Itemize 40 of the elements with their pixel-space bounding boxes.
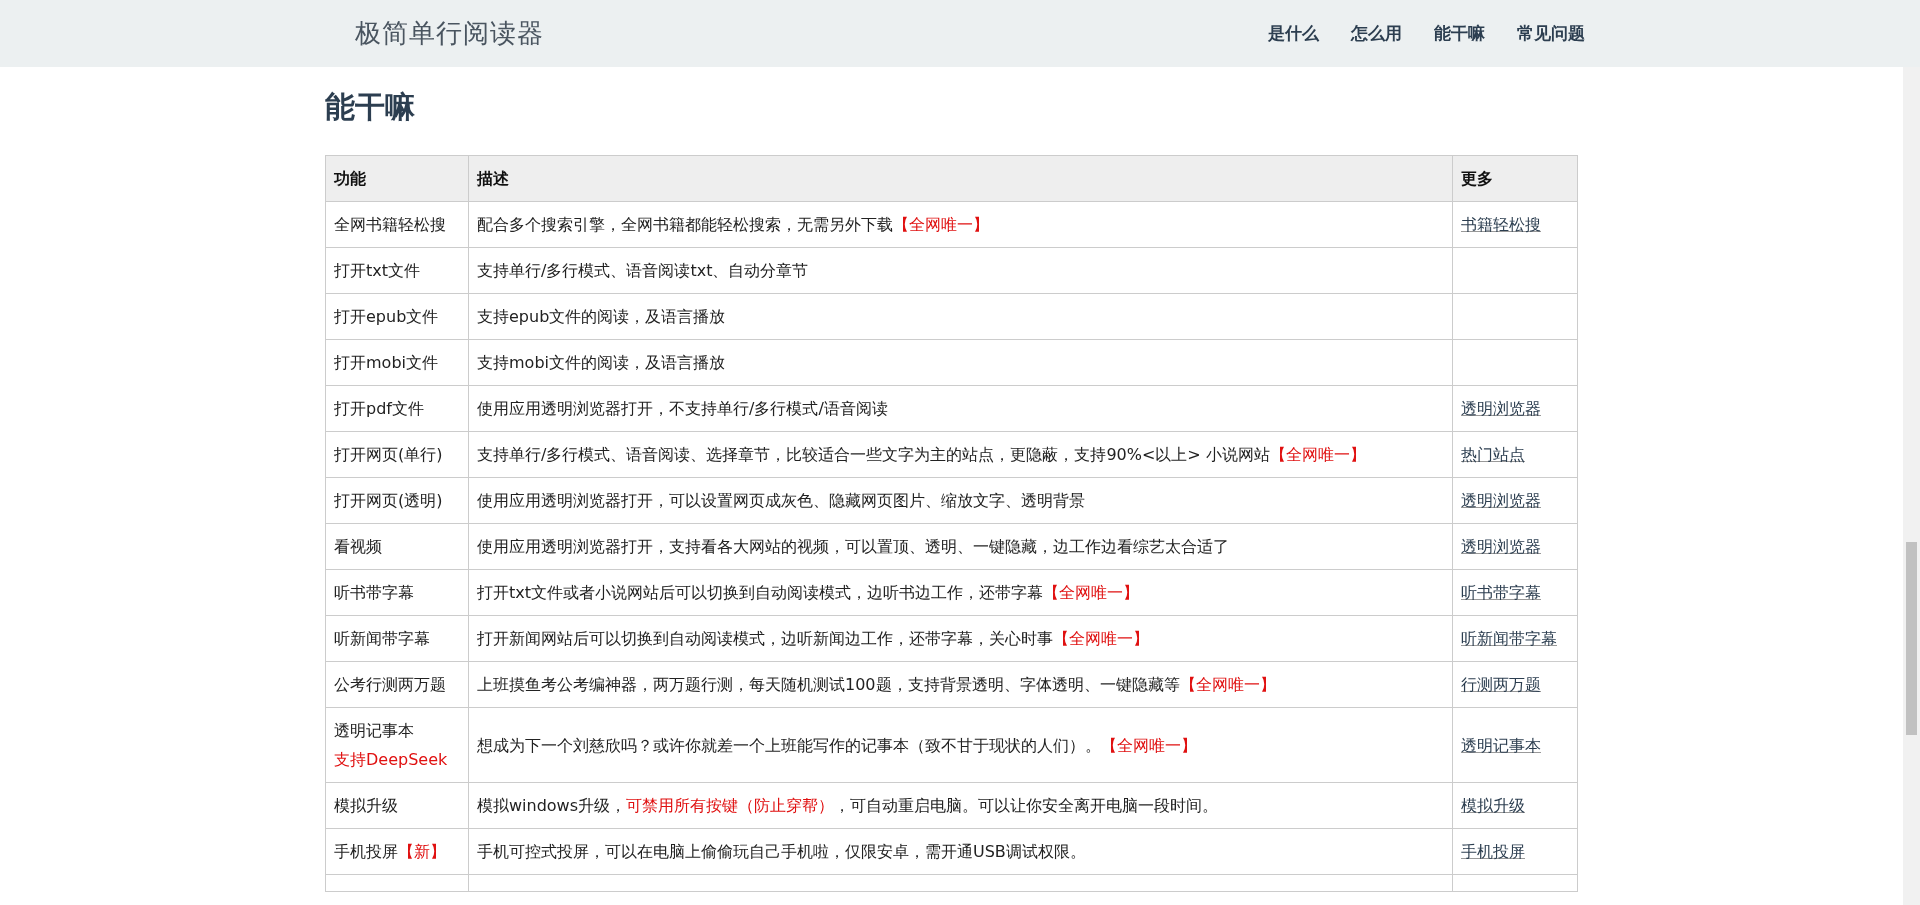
section-heading: 能干嘛 <box>325 88 416 126</box>
table-cell: 打开新闻网站后可以切换到自动阅读模式，边听新闻边工作，还带字幕，关心时事【全网唯一】 <box>468 615 1453 662</box>
table-cell: 支持单行/多行模式、语音阅读、选择章节，比较适合一些文字为主的站点，更隐蔽，支持90%<以上> 小说网站【全网唯一】 <box>468 431 1453 478</box>
table-cell: 想成为下一个刘慈欣吗？或许你就差一个上班能写作的记事本（致不甘于现状的人们）。【全网唯一】 <box>468 707 1453 783</box>
scrollbar-thumb[interactable] <box>1906 542 1917 735</box>
table-cell: 模拟windows升级，可禁用所有按键（防止穿帮），可自动重启电脑。可以让你安全离开电脑一段时间。 <box>468 782 1453 829</box>
table-cell: 听新闻带字幕 <box>325 615 469 662</box>
table-cell: 支持epub文件的阅读，及语言播放 <box>468 293 1453 340</box>
table-cell: 打开epub文件 <box>325 293 469 340</box>
table-cell: 打开pdf文件 <box>325 385 469 432</box>
table-cell: 支持mobi文件的阅读，及语言播放 <box>468 339 1453 386</box>
nav-link[interactable]: 是什么 <box>1268 22 1319 45</box>
table-cell: 打开网页(单行) <box>325 431 469 478</box>
table-cell: 手机投屏【新】 <box>325 828 469 875</box>
nav-link[interactable]: 能干嘛 <box>1434 22 1485 45</box>
table-cell: 手机可控式投屏，可以在电脑上偷偷玩自己手机啦，仅限安卓，需开通USB调试权限。 <box>468 828 1453 875</box>
table-cell: 配合多个搜索引擎，全网书籍都能轻松搜索，无需另外下载【全网唯一】 <box>468 201 1453 248</box>
table-cell: 打开txt文件或者小说网站后可以切换到自动阅读模式，边听书边工作，还带字幕【全网唯一】 <box>468 569 1453 616</box>
table-cell: 上班摸鱼考公考编神器，两万题行测，每天随机测试100题，支持背景透明、字体透明、一键隐藏等【全网唯一】 <box>468 661 1453 708</box>
table-cell: 模拟升级 <box>325 782 469 829</box>
table-cell: 使用应用透明浏览器打开，支持看各大网站的视频，可以置顶、透明、一键隐藏，边工作边看综艺太合适了 <box>468 523 1453 570</box>
table-cell: 公考行测两万题 <box>325 661 469 708</box>
table-cell: 全网书籍轻松搜 <box>325 201 469 248</box>
column-header: 更多 <box>1452 155 1578 202</box>
scrollbar[interactable] <box>1903 67 1920 905</box>
table-cell: 看视频 <box>325 523 469 570</box>
table-cell: 透明记事本 支持DeepSeek <box>325 707 469 783</box>
table-cell: 听书带字幕 <box>325 569 469 616</box>
table-cell: 使用应用透明浏览器打开，不支持单行/多行模式/语音阅读 <box>468 385 1453 432</box>
table-cell: 打开txt文件 <box>325 247 469 294</box>
column-header: 功能 <box>325 155 469 202</box>
table-cell: 打开网页(透明) <box>325 477 469 524</box>
site-title[interactable]: 极简单行阅读器 <box>355 16 544 51</box>
nav-link[interactable]: 常见问题 <box>1517 22 1585 45</box>
table-cell: 支持单行/多行模式、语音阅读txt、自动分章节 <box>468 247 1453 294</box>
table-cell: 使用应用透明浏览器打开，可以设置网页成灰色、隐藏网页图片、缩放文字、透明背景 <box>468 477 1453 524</box>
column-header: 描述 <box>468 155 1453 202</box>
table-link[interactable]: 透明记事本 <box>1461 735 1541 755</box>
table-cell: 打开mobi文件 <box>325 339 469 386</box>
nav-link[interactable]: 怎么用 <box>1351 22 1402 45</box>
